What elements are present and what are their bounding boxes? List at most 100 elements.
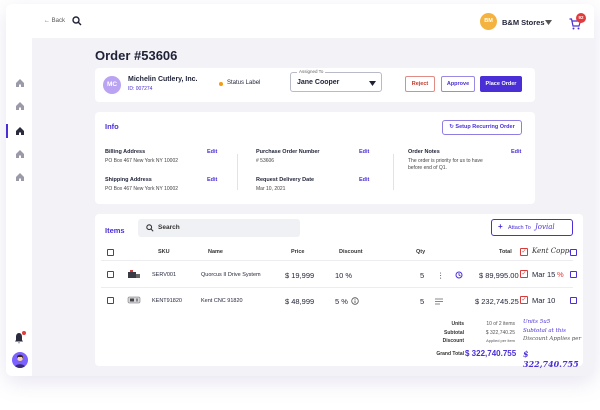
- grand-total-value: $ 322,740.755: [465, 349, 517, 358]
- red-checkbox-checked[interactable]: ✓: [520, 270, 528, 278]
- reject-button[interactable]: Reject: [405, 76, 435, 92]
- chevron-down-icon[interactable]: [545, 20, 552, 25]
- search-icon[interactable]: [72, 16, 82, 26]
- page-title: Order #53606: [95, 48, 178, 63]
- row-sku: SERV001: [152, 272, 177, 278]
- row-discount: 10 %: [335, 271, 353, 280]
- po-edit-link[interactable]: Edit: [359, 149, 369, 155]
- home-icon[interactable]: [15, 172, 25, 182]
- home-icon[interactable]: [15, 78, 25, 88]
- delivery-edit-link[interactable]: Edit: [359, 177, 369, 183]
- info-title: Info: [105, 122, 119, 131]
- col-discount[interactable]: Discount: [339, 249, 363, 255]
- row-checkbox[interactable]: [107, 271, 114, 278]
- search-icon: [146, 224, 154, 232]
- header-extra-checkbox[interactable]: [570, 249, 577, 256]
- red-checkbox-checked[interactable]: ✓: [520, 248, 528, 256]
- assigned-to-value: Jane Cooper: [297, 79, 340, 86]
- more-vert-icon[interactable]: ⋮: [437, 271, 445, 280]
- order-notes-line1: The order is priority for us to have: [408, 158, 483, 164]
- billing-edit-link[interactable]: Edit: [207, 149, 217, 155]
- status-dot: [219, 82, 223, 86]
- row-name: Quorcus II Drive System: [201, 272, 261, 278]
- home-icon[interactable]: [15, 101, 25, 111]
- divider: [237, 154, 238, 190]
- row-qty: 5: [420, 271, 425, 280]
- attach-handwritten: Jovial: [535, 223, 555, 231]
- col-qty[interactable]: Qty: [416, 249, 425, 255]
- row-price: $ 48,999: [285, 297, 315, 306]
- items-card: Items Search + Attach To Jovial SKU Name…: [95, 214, 583, 369]
- product-image: [128, 270, 140, 278]
- info-card: Info ↻ Setup Recurring Order Billing Add…: [95, 112, 535, 204]
- row-extra-checkbox[interactable]: [570, 297, 577, 304]
- grand-total-handwritten: $ 322,740.755: [523, 349, 579, 369]
- shipping-edit-link[interactable]: Edit: [207, 177, 217, 183]
- row-discount: 5 %: [335, 297, 348, 306]
- row-date: Mar 10: [532, 296, 556, 305]
- delivery-date-value: Mar 10, 2021: [256, 186, 286, 192]
- discount-value: Applied per item: [486, 338, 515, 343]
- subtotal-value: $ 322,740.25: [485, 330, 515, 336]
- approve-button[interactable]: Approve: [441, 76, 475, 92]
- col-extra-handwritten: Kent Coppe: [532, 247, 574, 255]
- shipping-address-label: Shipping Address: [105, 177, 152, 183]
- assigned-to-legend: Assigned To: [297, 69, 326, 74]
- select-all-checkbox[interactable]: [107, 249, 114, 256]
- row-checkbox[interactable]: [107, 297, 114, 304]
- billing-address-value: PO Box 467 New York NY 10002: [105, 158, 179, 164]
- row-total: $ 89,995.00: [479, 271, 519, 280]
- arrow-left-icon: ←: [44, 18, 52, 24]
- col-sku[interactable]: SKU: [158, 249, 170, 255]
- notes-edit-link[interactable]: Edit: [511, 149, 521, 155]
- divider: [393, 154, 394, 190]
- row-total: $ 232,745.25: [475, 297, 519, 306]
- row-name: Kent CNC 91820: [201, 298, 243, 304]
- row-qty: 5: [420, 297, 425, 306]
- col-total[interactable]: Total: [499, 249, 512, 255]
- history-icon[interactable]: [455, 271, 463, 279]
- recurring-label: Setup Recurring Order: [455, 124, 515, 130]
- notes-icon[interactable]: [435, 298, 443, 305]
- units-value: 10 of 2 items: [486, 321, 515, 327]
- plus-icon: +: [498, 222, 503, 231]
- product-image: [127, 296, 141, 304]
- top-bar: ← Back BM B&M Stores 92: [6, 4, 594, 38]
- nav-active-indicator: [6, 124, 8, 138]
- home-icon[interactable]: [15, 149, 25, 159]
- customer-card: MC Michelin Cutlery, Inc. ID: 007274 Sta…: [95, 68, 535, 102]
- customer-avatar: MC: [103, 76, 121, 94]
- customer-name: Michelin Cutlery, Inc.: [128, 76, 198, 83]
- grand-total-label: Grand Total: [436, 351, 464, 357]
- back-link[interactable]: ← Back: [44, 18, 65, 24]
- col-name[interactable]: Name: [208, 249, 223, 255]
- home-icon[interactable]: [15, 126, 25, 136]
- avatar[interactable]: [12, 352, 28, 368]
- store-name[interactable]: B&M Stores: [502, 18, 545, 27]
- divider: [101, 260, 573, 261]
- order-notes-label: Order Notes: [408, 149, 440, 155]
- items-search-input[interactable]: Search: [138, 219, 300, 237]
- discount-handwritten: Discount Applies per: [523, 336, 582, 342]
- po-number-value: # 53606: [256, 158, 275, 164]
- app-window: F ← Back BM B&M Stores 92 Order #53606 M…: [6, 4, 594, 376]
- attach-to-button[interactable]: + Attach To Jovial: [491, 219, 573, 236]
- row-extra-checkbox[interactable]: [570, 271, 577, 278]
- col-price[interactable]: Price: [291, 249, 304, 255]
- shipping-address-value: PO Box 467 New York NY 10002: [105, 186, 179, 192]
- percent-icon[interactable]: %: [557, 270, 564, 279]
- status-label: Status Label: [227, 80, 261, 86]
- place-order-button[interactable]: Place Order: [480, 76, 522, 92]
- items-title: Items: [105, 226, 125, 235]
- assigned-to-select[interactable]: Assigned To Jane Cooper: [290, 69, 382, 92]
- row-sku: KENT91820: [152, 298, 182, 304]
- setup-recurring-order-button[interactable]: ↻ Setup Recurring Order: [442, 120, 522, 135]
- cart-count-badge: 92: [576, 13, 586, 23]
- store-avatar[interactable]: BM: [480, 13, 497, 30]
- delivery-date-label: Request Delivery Date: [256, 177, 315, 183]
- red-checkbox-checked[interactable]: ✓: [520, 296, 528, 304]
- info-icon[interactable]: [351, 297, 359, 305]
- notification-dot: [22, 331, 26, 335]
- units-handwritten: Units 5u5: [523, 319, 551, 325]
- search-placeholder: Search: [158, 224, 180, 231]
